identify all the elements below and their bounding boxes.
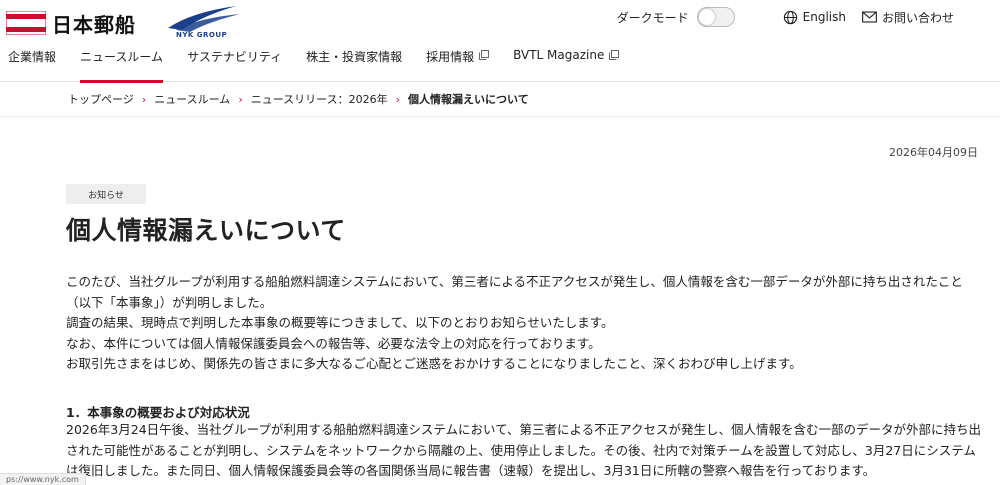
- nav-label: ニュースルーム: [80, 50, 164, 64]
- status-bar-url: ps://www.nyk.com: [0, 473, 86, 485]
- breadcrumb: トップページ › ニュースルーム › ニュースリリース：2026年 › 個人情報…: [68, 91, 529, 107]
- breadcrumb-newsroom[interactable]: ニュースルーム: [154, 91, 230, 107]
- contact-label: お問い合わせ: [881, 10, 954, 25]
- nav-label: 株主・投資家情報: [306, 50, 403, 64]
- global-nav: 企業情報 ニュースルーム サステナビリティ 株主・投資家情報 採用情報 BVTL…: [8, 46, 643, 83]
- section-body: 2026年3月24日午後、当社グループが利用する船舶燃料調達システムにおいて、第…: [66, 422, 982, 478]
- mail-icon: [862, 11, 877, 23]
- dark-mode-label: ダークモード: [616, 10, 689, 25]
- intro-paragraph: なお、本件については個人情報保護委員会への報告等、必要な法令上の対応を行っており…: [66, 335, 601, 351]
- english-link[interactable]: English: [783, 10, 846, 25]
- breadcrumb-news-2026[interactable]: ニュースリリース：2026年: [251, 91, 388, 107]
- nyk-group-logo[interactable]: NYK GROUP: [162, 4, 244, 42]
- globe-icon: [783, 10, 797, 24]
- nav-item-bvtl-magazine[interactable]: BVTL Magazine: [513, 46, 620, 82]
- section-heading: 1．本事象の概要および対応状況: [66, 405, 250, 420]
- nav-label: 企業情報: [8, 50, 57, 64]
- publish-date: 2026年04月09日: [889, 146, 978, 159]
- nav-item-investors[interactable]: 株主・投資家情報: [306, 46, 402, 82]
- external-link-icon: [479, 50, 490, 60]
- nav-item-corporate[interactable]: 企業情報: [8, 46, 56, 82]
- intro-paragraph: 調査の結果、現時点で判明した本事象の概要等につきまして、以下のとおりお知らせいた…: [66, 315, 614, 330]
- english-label: English: [802, 10, 846, 24]
- contact-link[interactable]: お問い合わせ: [862, 9, 954, 26]
- dark-mode-toggle[interactable]: [696, 7, 735, 27]
- nav-label: サステナビリティ: [187, 50, 283, 64]
- utility-bar: ダークモード English お問い合わせ: [617, 6, 954, 28]
- nyk-flag-icon: [6, 11, 46, 35]
- nav-item-newsroom[interactable]: ニュースルーム: [80, 46, 164, 83]
- breadcrumb-top[interactable]: トップページ: [68, 91, 134, 107]
- site-header: 日本郵船 NYK GROUP ダークモード English お問い合わせ 企業情…: [0, 0, 1000, 83]
- intro-paragraph: お取引先さまをはじめ、関係先の皆さまに多大なるご心配とご迷惑をおかけすることにな…: [66, 356, 802, 371]
- chevron-right-icon: ›: [238, 92, 243, 106]
- article-intro: このたび、当社グループが利用する船舶燃料調達システムにおいて、第三者による不正ア…: [66, 272, 986, 375]
- chevron-right-icon: ›: [141, 92, 147, 106]
- breadcrumb-divider: [0, 116, 1000, 117]
- external-link-icon: [609, 50, 620, 60]
- category-tag: お知らせ: [66, 184, 146, 204]
- nav-label: 採用情報: [426, 50, 475, 64]
- breadcrumb-current: 個人情報漏えいについて: [408, 93, 529, 106]
- nav-item-careers[interactable]: 採用情報: [426, 46, 490, 82]
- intro-paragraph: このたび、当社グループが利用する船舶燃料調達システムにおいて、第三者による不正ア…: [66, 274, 963, 310]
- page-title: 個人情報漏えいについて: [66, 216, 346, 245]
- nyk-logo[interactable]: 日本郵船: [6, 8, 136, 38]
- nav-label: BVTL Magazine: [513, 48, 605, 62]
- wave-emblem-icon: [168, 6, 240, 32]
- chevron-right-icon: ›: [395, 92, 401, 106]
- group-label: NYK GROUP: [176, 31, 228, 39]
- nav-item-sustainability[interactable]: サステナビリティ: [187, 46, 282, 82]
- toggle-knob: [698, 9, 715, 25]
- brand-name: 日本郵船: [52, 12, 136, 37]
